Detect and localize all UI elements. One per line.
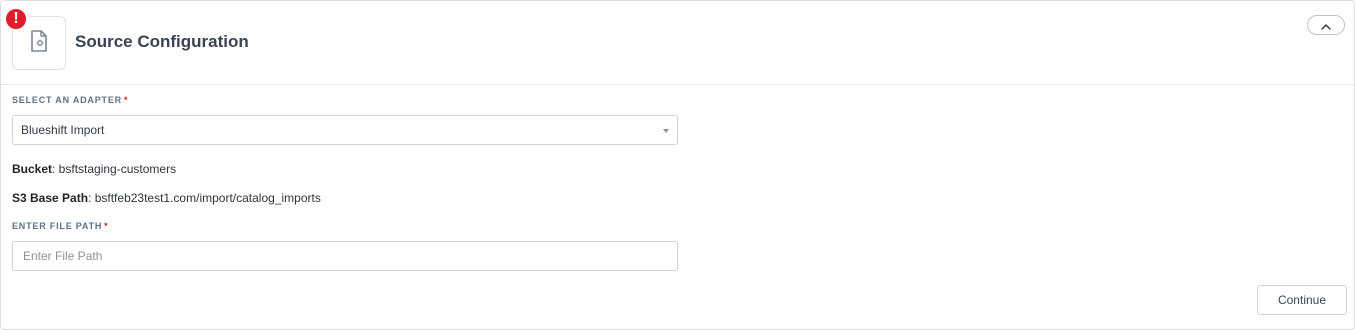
adapter-label: SELECT AN ADAPTER *: [12, 95, 128, 105]
bucket-value: : bsftstaging-customers: [52, 162, 177, 176]
adapter-selected-value: Blueshift Import: [21, 123, 105, 137]
source-configuration-card: ! Source Configuration SELECT AN ADAPTER…: [0, 0, 1355, 330]
bucket-label: Bucket: [12, 162, 53, 176]
dropdown-caret-icon: [663, 129, 669, 133]
adapter-label-text: SELECT AN ADAPTER: [12, 95, 122, 105]
s3-base-path-info: S3 Base Path: bsftfeb23test1.com/import/…: [12, 191, 321, 205]
s3-base-path-label: S3 Base Path: [12, 191, 89, 205]
s3-base-path-value: : bsftfeb23test1.com/import/catalog_impo…: [88, 191, 321, 205]
file-path-label-text: ENTER FILE PATH: [12, 221, 103, 231]
required-marker: *: [123, 95, 129, 105]
section-title: Source Configuration: [75, 32, 249, 51]
card-header: ! Source Configuration: [1, 1, 1354, 85]
adapter-select[interactable]: Blueshift Import: [12, 115, 678, 145]
error-badge-icon: !: [4, 7, 28, 31]
collapse-button[interactable]: [1307, 15, 1345, 35]
file-path-input[interactable]: [12, 241, 678, 271]
file-settings-icon: [30, 29, 48, 57]
bucket-info: Bucket: bsftstaging-customers: [12, 162, 176, 176]
continue-button[interactable]: Continue: [1257, 285, 1347, 315]
file-path-label: ENTER FILE PATH *: [12, 221, 108, 231]
required-marker: *: [104, 221, 109, 231]
chevron-up-icon: [1321, 18, 1331, 33]
